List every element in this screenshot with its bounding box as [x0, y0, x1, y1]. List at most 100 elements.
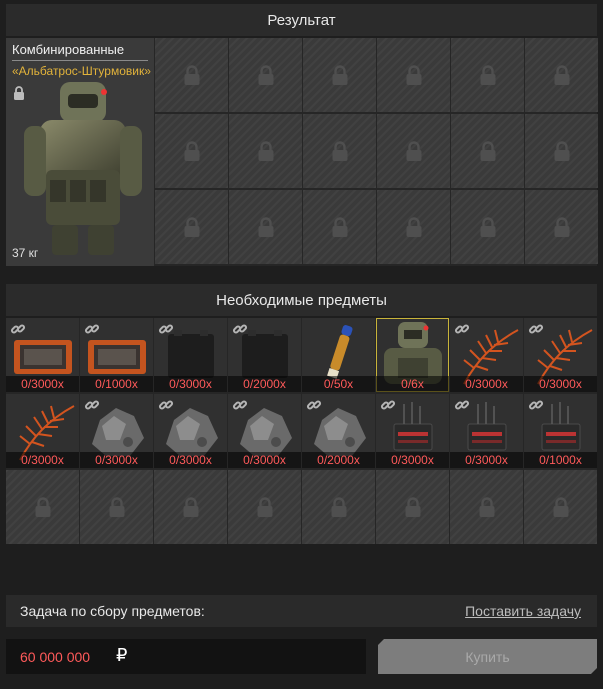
lock-icon	[257, 141, 275, 161]
required-item[interactable]: 0/50x	[302, 318, 375, 392]
lock-icon	[405, 65, 423, 85]
lock-icon	[256, 497, 274, 517]
lock-icon	[405, 217, 423, 237]
lock-icon	[552, 497, 570, 517]
link-icon	[306, 397, 322, 418]
locked-slot	[525, 114, 598, 188]
required-item-count: 0/3000x	[6, 376, 79, 392]
required-item[interactable]: 0/3000x	[524, 318, 597, 392]
price-box: 60 000 000 ₽	[6, 639, 366, 674]
lock-icon	[553, 141, 571, 161]
lock-icon	[404, 497, 422, 517]
task-label: Задача по сбору предметов:	[20, 603, 205, 619]
price-value: 60 000 000	[20, 649, 91, 665]
lock-icon	[183, 65, 201, 85]
required-item[interactable]: 0/1000x	[524, 394, 597, 468]
link-icon	[454, 397, 470, 418]
required-item[interactable]: 0/3000x	[80, 394, 153, 468]
locked-slot	[303, 190, 376, 264]
result-item-subtitle: «Альбатрос-Штурмовик»	[12, 64, 151, 78]
lock-icon	[553, 217, 571, 237]
required-item[interactable]: 0/3000x	[228, 394, 301, 468]
required-section-title: Необходимые предметы	[6, 284, 597, 316]
required-item[interactable]: 0/3000x	[376, 394, 449, 468]
lock-icon	[257, 217, 275, 237]
required-item[interactable]: 0/3000x	[6, 318, 79, 392]
locked-slot	[6, 470, 79, 544]
lock-icon	[34, 497, 52, 517]
required-item[interactable]: 0/6x	[376, 318, 449, 392]
lock-icon	[183, 141, 201, 161]
locked-slot	[377, 190, 450, 264]
armor-suit-image	[18, 80, 148, 265]
locked-slot	[229, 38, 302, 112]
lock-icon	[182, 497, 200, 517]
lock-icon	[183, 217, 201, 237]
locked-slot	[303, 38, 376, 112]
lock-icon	[479, 217, 497, 237]
required-item-count: 0/1000x	[80, 376, 153, 392]
buy-button[interactable]: Купить	[378, 639, 597, 674]
locked-slot	[451, 190, 524, 264]
locked-slot	[229, 114, 302, 188]
required-item[interactable]: 0/3000x	[154, 318, 227, 392]
required-item-count: 0/3000x	[450, 452, 523, 468]
locked-slot	[451, 38, 524, 112]
ruble-icon: ₽	[116, 645, 128, 665]
required-item[interactable]: 0/3000x	[154, 394, 227, 468]
locked-slot	[229, 190, 302, 264]
required-item-count: 0/3000x	[376, 452, 449, 468]
required-item-count: 0/3000x	[80, 452, 153, 468]
locked-slot	[155, 114, 228, 188]
link-icon	[158, 397, 174, 418]
task-bar: Задача по сбору предметов: Поставить зад…	[6, 595, 597, 627]
locked-slot	[155, 38, 228, 112]
result-section-title: Результат	[6, 4, 597, 36]
link-icon	[232, 321, 248, 342]
locked-slot	[302, 470, 375, 544]
result-item-weight: 37 кг	[12, 246, 39, 260]
link-icon	[158, 321, 174, 342]
required-item-count: 0/1000x	[524, 452, 597, 468]
locked-slot	[525, 190, 598, 264]
locked-slot	[525, 38, 598, 112]
required-item[interactable]: 0/1000x	[80, 318, 153, 392]
required-item-count: 0/3000x	[154, 452, 227, 468]
locked-slot	[376, 470, 449, 544]
locked-slot	[377, 114, 450, 188]
link-icon	[380, 397, 396, 418]
required-item[interactable]: 0/3000x	[450, 318, 523, 392]
lock-icon	[331, 217, 349, 237]
link-icon	[454, 321, 470, 342]
link-icon	[84, 321, 100, 342]
lock-icon	[553, 65, 571, 85]
locked-slot	[524, 470, 597, 544]
required-item-count: 0/3000x	[228, 452, 301, 468]
required-item-count: 0/3000x	[524, 376, 597, 392]
locked-slot	[228, 470, 301, 544]
locked-slot	[303, 114, 376, 188]
required-item-count: 0/3000x	[6, 452, 79, 468]
link-icon	[84, 397, 100, 418]
locked-slot	[154, 470, 227, 544]
link-icon	[10, 321, 26, 342]
lock-icon	[257, 65, 275, 85]
set-task-link[interactable]: Поставить задачу	[465, 603, 581, 619]
lock-icon	[479, 141, 497, 161]
required-item[interactable]: 0/3000x	[450, 394, 523, 468]
required-item-count: 0/3000x	[154, 376, 227, 392]
locked-slot	[450, 470, 523, 544]
required-item-count: 0/2000x	[302, 452, 375, 468]
required-item-count: 0/2000x	[228, 376, 301, 392]
lock-icon	[478, 497, 496, 517]
lock-icon	[331, 65, 349, 85]
required-item[interactable]: 0/2000x	[302, 394, 375, 468]
result-item-card[interactable]: Комбинированные «Альбатрос-Штурмовик» 37…	[6, 38, 154, 266]
required-item[interactable]: 0/3000x	[6, 394, 79, 468]
lock-icon	[331, 141, 349, 161]
required-grid: 0/3000x 0/1000x 0/3000x 0/2000x 0/50x 0/6x 0/3…	[6, 318, 597, 544]
lock-icon	[108, 497, 126, 517]
required-item-count: 0/50x	[302, 376, 375, 392]
result-item-name: Комбинированные	[12, 42, 125, 57]
required-item[interactable]: 0/2000x	[228, 318, 301, 392]
